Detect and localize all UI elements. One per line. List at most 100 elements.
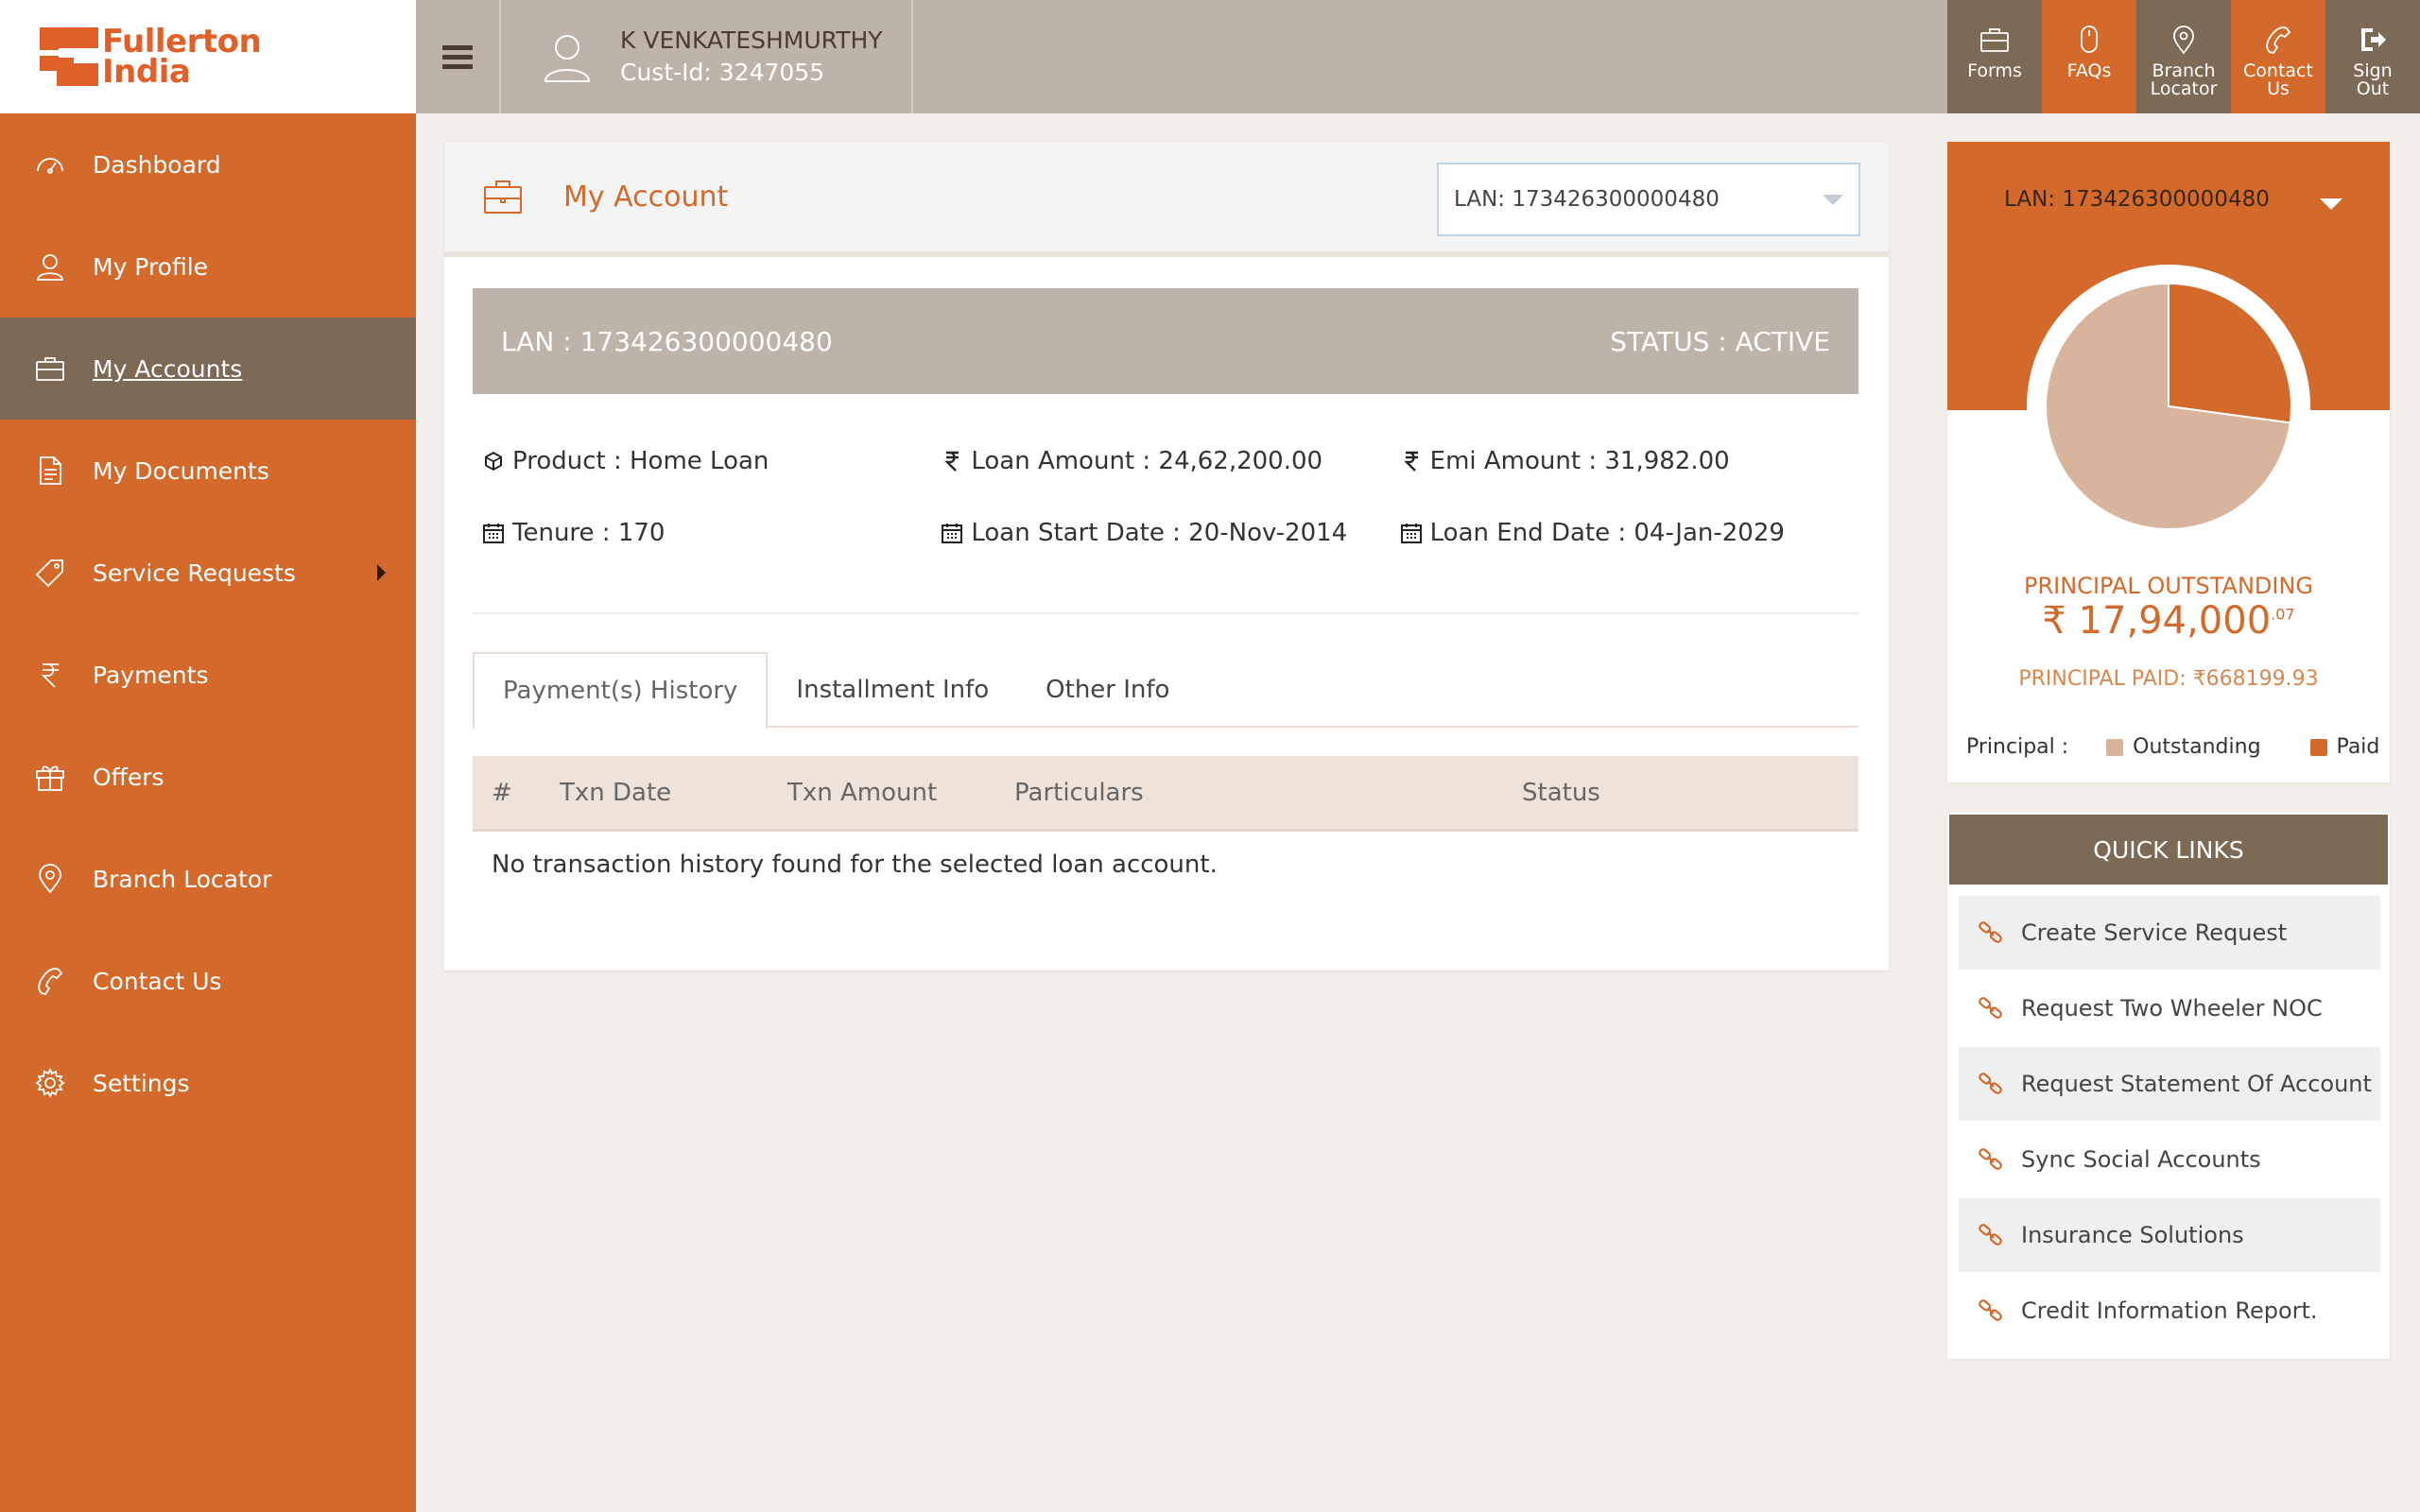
legend-swatch-outstanding <box>2106 738 2124 756</box>
sidebar-item-service-requests[interactable]: Service Requests <box>0 522 416 624</box>
link-icon <box>1979 1148 2002 1170</box>
brand-logo[interactable]: Fullerton India <box>0 0 416 113</box>
sign-out-button[interactable]: Sign Out <box>2325 0 2420 113</box>
sign-out-label: Sign Out <box>2353 60 2393 99</box>
sidebar-item-dashboard[interactable]: Dashboard <box>0 113 416 215</box>
lan-select-value: LAN: 173426300000480 <box>1454 187 1720 212</box>
legend-item-outstanding: Outstanding <box>2106 735 2261 759</box>
briefcase-icon <box>1980 28 2009 52</box>
tab-installment-info[interactable]: Installment Info <box>768 652 1017 728</box>
principal-paid: PRINCIPAL PAID: ₹668199.93 <box>1947 667 2390 691</box>
loan-amount-info: Loan Amount : 24,62,200.00 <box>941 447 1399 475</box>
phone-icon <box>34 965 66 997</box>
logo-text: Fullerton India <box>102 26 262 91</box>
contact-us-button[interactable]: Contact Us <box>2231 0 2325 113</box>
pie-slice-paid[interactable] <box>2168 282 2292 424</box>
top-actions: Forms FAQs Branch Locator Contact Us Sig… <box>1947 0 2420 113</box>
legend-title: Principal : <box>1966 735 2069 759</box>
forms-button[interactable]: Forms <box>1947 0 2042 113</box>
account-tabs: Payment(s) History Installment Info Othe… <box>473 652 1858 730</box>
tag-icon <box>34 557 66 589</box>
hamburger-icon <box>442 41 473 74</box>
table-header: # Txn Date Txn Amount Particulars Status <box>473 756 1858 832</box>
chevron-down-icon[interactable] <box>2320 198 2342 210</box>
sidebar-item-contact-us[interactable]: Contact Us <box>0 930 416 1032</box>
quick-link-item[interactable]: Sync Social Accounts <box>1959 1123 2380 1196</box>
quick-link-item[interactable]: Request Statement Of Account <box>1959 1047 2380 1121</box>
start-date-info: Loan Start Date : 20-Nov-2014 <box>941 519 1399 547</box>
sidebar-item-payments[interactable]: Payments <box>0 624 416 726</box>
quick-link-item[interactable]: Credit Information Report. <box>1959 1274 2380 1348</box>
principal-paid-label: PRINCIPAL PAID: <box>2018 667 2187 691</box>
rupee-icon: ₹ <box>2192 667 2206 691</box>
quick-links-title: QUICK LINKS <box>1949 815 2388 885</box>
briefcase-icon <box>34 352 66 385</box>
quick-link-label: Credit Information Report. <box>2021 1297 2318 1324</box>
tab-other-info[interactable]: Other Info <box>1017 652 1198 728</box>
link-icon <box>1979 1299 2002 1321</box>
link-icon <box>1979 997 2002 1019</box>
lan-select[interactable]: LAN: 173426300000480 <box>1437 163 1860 236</box>
quick-link-item[interactable]: Create Service Request <box>1959 896 2380 970</box>
cube-icon <box>485 452 502 471</box>
account-card: My Account LAN: 173426300000480 LAN : 17… <box>444 142 1889 971</box>
principal-outstanding-value: ₹ 17,94,000.07 <box>1947 599 2390 643</box>
sidebar-item-label: Service Requests <box>93 558 296 587</box>
col-status: Status <box>1522 778 1600 807</box>
rupee-icon <box>1403 451 1418 472</box>
emi-amount-label: Emi Amount : 31,982.00 <box>1429 447 1730 475</box>
gear-icon <box>34 1067 66 1099</box>
legend-label-outstanding: Outstanding <box>2133 735 2261 759</box>
product-label: Product : Home Loan <box>512 447 769 475</box>
calendar-icon <box>942 524 963 543</box>
calendar-icon <box>483 524 504 543</box>
branch-locator-button[interactable]: Branch Locator <box>2136 0 2231 113</box>
map-pin-icon <box>2173 26 2194 55</box>
legend-label-paid: Paid <box>2336 735 2380 759</box>
top-header: K VENKATESHMURTHY Cust-Id: 3247055 Forms… <box>416 0 2420 113</box>
logo-line2: India <box>102 53 191 91</box>
sidebar-item-label: Dashboard <box>93 150 221 179</box>
sidebar-item-branch-locator[interactable]: Branch Locator <box>0 828 416 930</box>
sidebar-item-offers[interactable]: Offers <box>0 726 416 828</box>
status-badge: STATUS : ACTIVE <box>1610 325 1830 357</box>
quick-link-item[interactable]: Insurance Solutions <box>1959 1198 2380 1272</box>
briefcase-icon <box>484 180 522 214</box>
sidebar-item-label: Settings <box>93 1069 190 1097</box>
link-icon <box>1979 1224 2002 1246</box>
chart-legend: Principal : Outstanding Paid <box>1966 735 2382 759</box>
sidebar-item-settings[interactable]: Settings <box>0 1032 416 1134</box>
sidebar-item-my-accounts[interactable]: My Accounts <box>0 318 416 420</box>
quick-link-label: Insurance Solutions <box>2021 1222 2244 1248</box>
quick-links-panel: QUICK LINKS Create Service Request Reque… <box>1947 813 2390 1359</box>
user-name: K VENKATESHMURTHY <box>620 26 883 54</box>
faqs-button[interactable]: FAQs <box>2042 0 2136 113</box>
chevron-right-icon[interactable] <box>377 564 386 581</box>
col-txn-amount: Txn Amount <box>787 778 938 807</box>
menu-toggle-button[interactable] <box>416 0 501 113</box>
sidebar-item-my-profile[interactable]: My Profile <box>0 215 416 318</box>
tab-payment-history[interactable]: Payment(s) History <box>473 652 769 730</box>
logo-mark-icon <box>40 27 98 86</box>
quick-link-item[interactable]: Request Two Wheeler NOC <box>1959 971 2380 1045</box>
mouse-icon <box>2081 26 2098 53</box>
sidebar-item-label: My Accounts <box>93 354 243 383</box>
start-date-label: Loan Start Date : 20-Nov-2014 <box>971 519 1348 547</box>
document-icon <box>34 455 66 487</box>
sidebar-item-my-documents[interactable]: My Documents <box>0 420 416 522</box>
sidebar-item-label: Payments <box>93 661 209 689</box>
rupee-icon <box>34 659 66 691</box>
chart-lan-select[interactable]: LAN: 173426300000480 <box>2004 187 2270 212</box>
principal-outstanding-label: PRINCIPAL OUTSTANDING <box>2024 573 2313 599</box>
principal-outstanding-decimal: .07 <box>2271 605 2295 624</box>
product-info: Product : Home Loan <box>482 447 941 475</box>
phone-icon <box>2266 26 2291 55</box>
loan-status-bar: LAN : 173426300000480 STATUS : ACTIVE <box>473 288 1858 394</box>
principal-pie-chart <box>2027 265 2310 548</box>
speedometer-icon <box>34 148 66 180</box>
chevron-down-icon <box>1823 195 1843 205</box>
legend-swatch-paid <box>2309 738 2327 756</box>
legend-item-paid: Paid <box>2309 735 2380 759</box>
sidebar-item-label: My Profile <box>93 252 209 281</box>
branch-locator-label: Branch Locator <box>2150 60 2218 99</box>
